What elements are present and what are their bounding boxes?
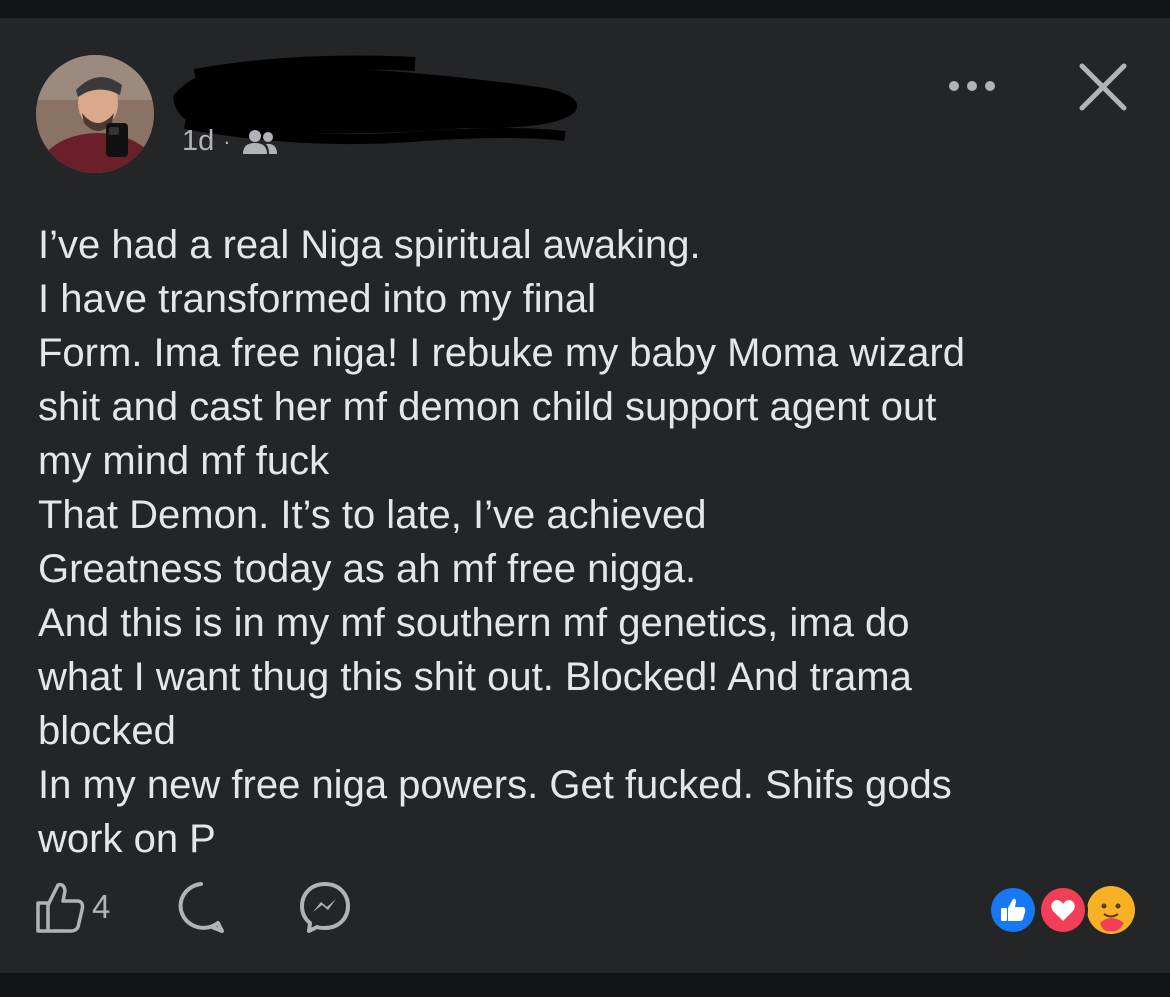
more-options-icon[interactable]	[944, 66, 1000, 106]
post-body: I’ve had a real Niga spiritual awaking. …	[38, 218, 1148, 866]
post-timestamp[interactable]: 1d	[182, 125, 214, 158]
post-line: I’ve had a real Niga spiritual awaking.	[38, 223, 701, 267]
post-line: I have transformed into my final	[38, 277, 597, 321]
close-icon[interactable]	[1074, 58, 1132, 116]
like-icon	[36, 882, 85, 933]
post-line: shit and cast her mf demon child support…	[38, 385, 937, 429]
love-reaction-icon	[1038, 885, 1088, 935]
post-line: And this is in my mf southern mf genetic…	[38, 601, 910, 645]
avatar-photo	[36, 55, 154, 173]
post-line: Form. Ima free niga! I rebuke my baby Mo…	[38, 331, 965, 375]
like-reaction-icon	[988, 885, 1038, 935]
group-audience-icon	[242, 129, 277, 154]
meta-separator: ·	[223, 128, 231, 154]
author-avatar[interactable]	[36, 55, 154, 173]
like-button[interactable]: 4	[34, 879, 110, 935]
post-line: blocked	[38, 709, 176, 753]
post-card: 1d · I’ve had a real Niga spiritual awak…	[0, 18, 1170, 973]
post-line: work on P	[38, 817, 216, 861]
post-line: In my new free niga powers. Get fucked. …	[38, 763, 952, 807]
reaction-summary[interactable]	[986, 883, 1138, 937]
messenger-share-icon[interactable]	[296, 878, 354, 936]
post-line: my mind mf fuck	[38, 439, 330, 483]
post-meta: 1d ·	[182, 125, 278, 158]
post-line: That Demon. It’s to late, I’ve achieved	[38, 493, 707, 537]
care-reaction-icon	[1087, 886, 1135, 934]
comment-icon[interactable]	[172, 878, 230, 936]
post-actions: 4	[34, 878, 354, 936]
like-count: 4	[92, 888, 111, 925]
post-line: what I want thug this shit out. Blocked!…	[38, 655, 912, 699]
post-line: Greatness today as ah mf free nigga.	[38, 547, 697, 591]
